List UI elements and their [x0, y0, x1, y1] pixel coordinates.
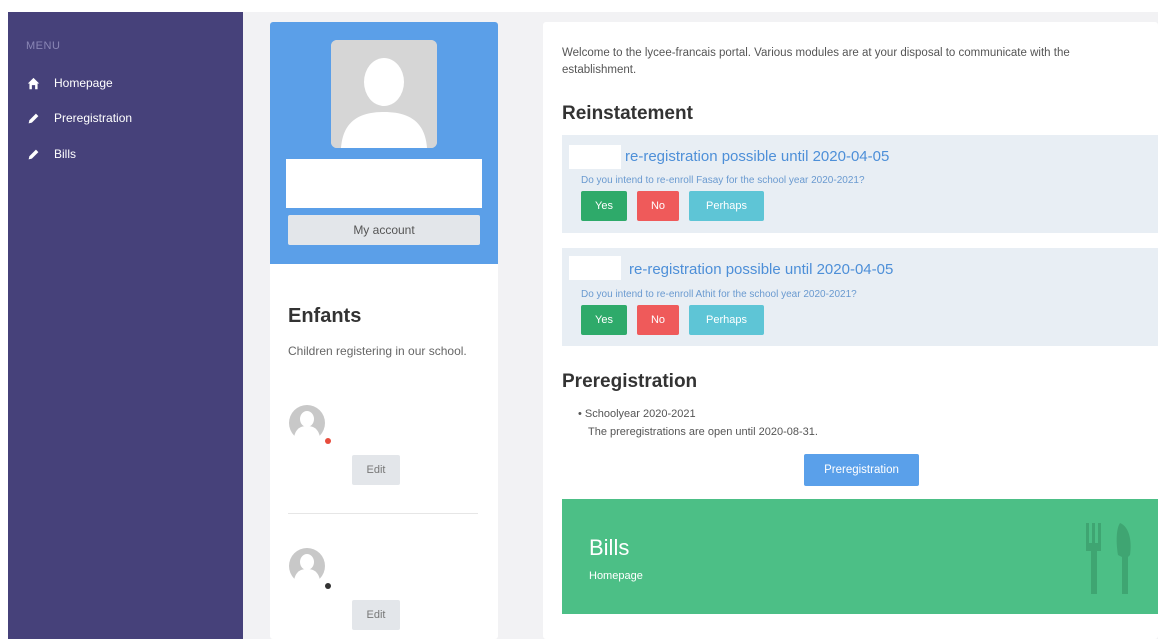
user-name-redacted — [286, 159, 482, 208]
bills-tile[interactable]: Bills Homepage — [562, 499, 1158, 614]
preregistration-button[interactable]: Preregistration — [804, 454, 919, 486]
menu-title: MENU — [26, 40, 61, 52]
edit-child-button[interactable]: Edit — [352, 600, 400, 630]
school-year: Schoolyear 2020-2021 — [584, 408, 696, 420]
sidebar-item-preregistration[interactable]: Preregistration — [26, 111, 132, 125]
sidebar-item-label: Preregistration — [54, 111, 133, 125]
reinstatement-title: Reinstatement — [562, 103, 693, 124]
divider — [288, 513, 478, 514]
children-description: Children registering in our school. — [288, 344, 467, 358]
preregistration-title: Preregistration — [562, 371, 698, 392]
status-dot-dark — [325, 583, 331, 589]
no-button[interactable]: No — [637, 191, 679, 221]
yes-button[interactable]: Yes — [581, 191, 627, 221]
top-strip — [243, 0, 1158, 12]
bills-title: Bills — [589, 535, 630, 560]
user-silhouette-icon — [331, 40, 437, 148]
avatar — [331, 40, 437, 148]
preregistration-note: The preregistrations are open until 2020… — [588, 426, 818, 438]
content-card: Welcome to the lycee-francais portal. Va… — [543, 22, 1158, 639]
sidebar-item-label: Homepage — [54, 76, 113, 90]
edit-child-button[interactable]: Edit — [352, 455, 400, 485]
no-button[interactable]: No — [637, 305, 679, 335]
sidebar-item-label: Bills — [54, 147, 77, 161]
profile-card: My account Enfants Children registering … — [270, 22, 498, 639]
child-name-redacted — [569, 145, 621, 169]
preregistration-list: • Schoolyear 2020-2021 The preregistrati… — [578, 405, 818, 441]
bills-subtitle: Homepage — [589, 570, 643, 582]
yes-button[interactable]: Yes — [581, 305, 627, 335]
children-title: Enfants — [288, 305, 362, 327]
child-avatar[interactable] — [288, 404, 326, 443]
sidebar: MENU Homepage Preregistration Bills — [8, 12, 243, 639]
sidebar-item-homepage[interactable]: Homepage — [26, 76, 113, 90]
reinstatement-item: re-registration possible until 2020-04-0… — [562, 135, 1158, 233]
list-item: • Schoolyear 2020-2021 — [578, 405, 818, 423]
my-account-button[interactable]: My account — [288, 215, 480, 245]
child-name-redacted — [569, 256, 621, 280]
welcome-text: Welcome to the lycee-francais portal. Va… — [562, 47, 1070, 76]
home-icon — [26, 76, 40, 90]
bullet: • — [578, 408, 585, 420]
child-avatar[interactable] — [288, 547, 326, 586]
perhaps-button[interactable]: Perhaps — [689, 305, 764, 335]
sidebar-item-bills[interactable]: Bills — [26, 147, 76, 161]
list-item: The preregistrations are open until 2020… — [578, 423, 818, 441]
cutlery-icon — [1086, 523, 1131, 594]
pencil-icon — [26, 111, 40, 125]
reinstatement-question: Do you intend to re-enroll Fasay for the… — [581, 175, 865, 186]
user-avatar-icon — [289, 548, 325, 586]
reinstatement-headline: re-registration possible until 2020-04-0… — [629, 261, 894, 278]
profile-header: My account — [270, 22, 498, 264]
user-avatar-icon — [289, 405, 325, 443]
pencil-icon — [26, 147, 40, 161]
reinstatement-item: re-registration possible until 2020-04-0… — [562, 248, 1158, 346]
main-area: My account Enfants Children registering … — [243, 0, 1158, 639]
perhaps-button[interactable]: Perhaps — [689, 191, 764, 221]
reinstatement-question: Do you intend to re-enroll Athit for the… — [581, 289, 857, 300]
reinstatement-headline: re-registration possible until 2020-04-0… — [625, 148, 890, 165]
status-dot-red — [325, 438, 331, 444]
